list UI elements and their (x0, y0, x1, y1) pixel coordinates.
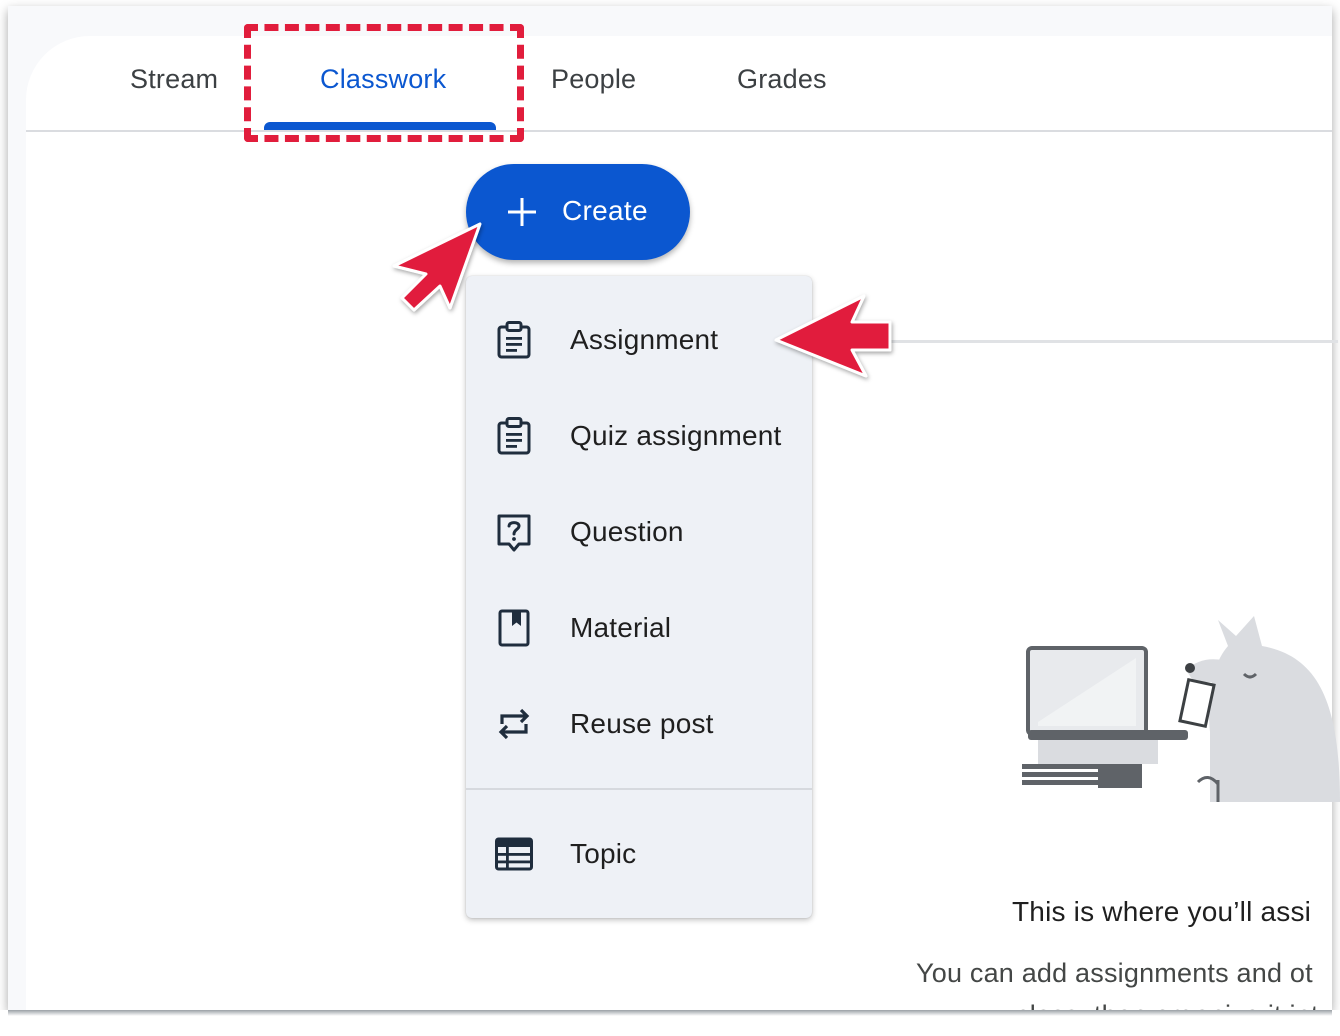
menu-item-assignment[interactable]: Assignment (466, 300, 812, 380)
tab-stream[interactable]: Stream (130, 64, 218, 95)
material-icon (498, 609, 530, 647)
tab-bar: Stream Classwork People Grades (26, 36, 1332, 132)
create-menu: Assignment Quiz assignment Question Mate… (466, 276, 812, 918)
menu-item-question[interactable]: Question (466, 492, 812, 572)
menu-divider (466, 788, 812, 790)
empty-state-title: This is where you’ll assi (1012, 896, 1312, 927)
menu-item-label: Material (570, 612, 672, 643)
section-rule (888, 340, 1338, 343)
assignment-icon (497, 321, 531, 359)
menu-item-material[interactable]: Material (466, 588, 812, 668)
frame-bottom-shadow (8, 1010, 1332, 1016)
question-icon (497, 514, 531, 552)
quiz-assignment-icon (497, 417, 531, 455)
tab-people[interactable]: People (551, 64, 636, 95)
active-tab-indicator (264, 122, 496, 130)
menu-item-quiz-assignment[interactable]: Quiz assignment (466, 396, 812, 476)
menu-item-label: Topic (570, 838, 637, 869)
tab-classwork[interactable]: Classwork (320, 64, 446, 95)
menu-item-label: Reuse post (570, 708, 714, 739)
create-button[interactable]: Create (466, 164, 690, 260)
menu-item-label: Assignment (570, 324, 719, 355)
empty-state-illustration (1022, 616, 1340, 802)
tab-grades[interactable]: Grades (737, 64, 827, 95)
create-button-label: Create (562, 195, 648, 226)
menu-item-label: Question (570, 516, 684, 547)
plus-icon (508, 198, 536, 226)
empty-state-body-line: You can add assignments and ot (916, 958, 1313, 988)
topic-icon (495, 837, 533, 871)
menu-item-topic[interactable]: Topic (466, 814, 812, 894)
menu-item-reuse-post[interactable]: Reuse post (466, 684, 812, 764)
reuse-icon (498, 708, 530, 740)
menu-item-label: Quiz assignment (570, 420, 782, 451)
tab-divider (26, 130, 1332, 132)
